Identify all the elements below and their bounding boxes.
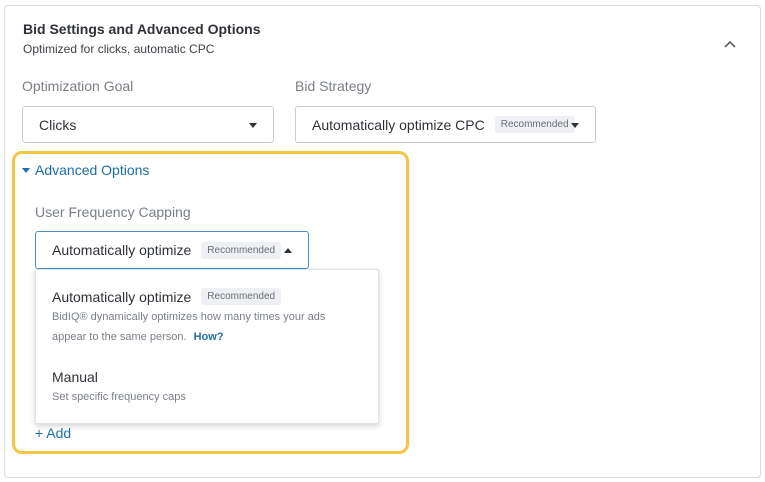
bid-strategy-label: Bid Strategy xyxy=(295,78,372,94)
recommended-badge: Recommended xyxy=(494,116,575,133)
frequency-capping-dropdown: Automatically optimize Recommended BidIQ… xyxy=(35,269,379,424)
frequency-capping-select[interactable]: Automatically optimize Recommended xyxy=(35,231,309,269)
option-title: Automatically optimize xyxy=(52,288,192,305)
how-link[interactable]: How? xyxy=(194,331,224,343)
bid-strategy-select[interactable]: Automatically optimize CPC Recommended xyxy=(295,106,596,143)
recommended-badge: Recommended xyxy=(201,241,282,259)
option-title: Manual xyxy=(52,369,98,385)
panel-title: Bid Settings and Advanced Options xyxy=(23,21,261,37)
optimization-goal-value: Clicks xyxy=(39,116,77,133)
frequency-capping-value: Automatically optimize xyxy=(52,242,192,258)
collapse-button[interactable] xyxy=(717,32,743,56)
option-description: BidIQ® dynamically optimizes how many ti… xyxy=(52,311,326,323)
dropdown-option-manual[interactable]: Manual Set specific frequency caps xyxy=(52,369,368,407)
option-description: Set specific frequency caps xyxy=(52,391,186,403)
chevron-up-icon xyxy=(724,40,736,48)
frequency-capping-label: User Frequency Capping xyxy=(35,204,191,220)
option-description-cont: appear to the same person. xyxy=(52,331,187,343)
optimization-goal-select[interactable]: Clicks xyxy=(22,106,274,143)
caret-down-icon xyxy=(249,123,257,128)
caret-down-icon xyxy=(571,123,579,128)
panel-subtitle: Optimized for clicks, automatic CPC xyxy=(23,42,215,56)
optimization-goal-label: Optimization Goal xyxy=(22,78,134,94)
bid-strategy-value: Automatically optimize CPC xyxy=(312,116,485,133)
caret-up-icon xyxy=(284,248,292,253)
recommended-badge: Recommended xyxy=(201,288,282,305)
dropdown-option-auto[interactable]: Automatically optimize Recommended BidIQ… xyxy=(52,288,368,347)
advanced-options-toggle[interactable]: Advanced Options xyxy=(22,162,149,178)
advanced-options-label: Advanced Options xyxy=(35,162,150,178)
add-link[interactable]: + Add xyxy=(35,425,71,441)
triangle-down-icon xyxy=(22,167,30,173)
